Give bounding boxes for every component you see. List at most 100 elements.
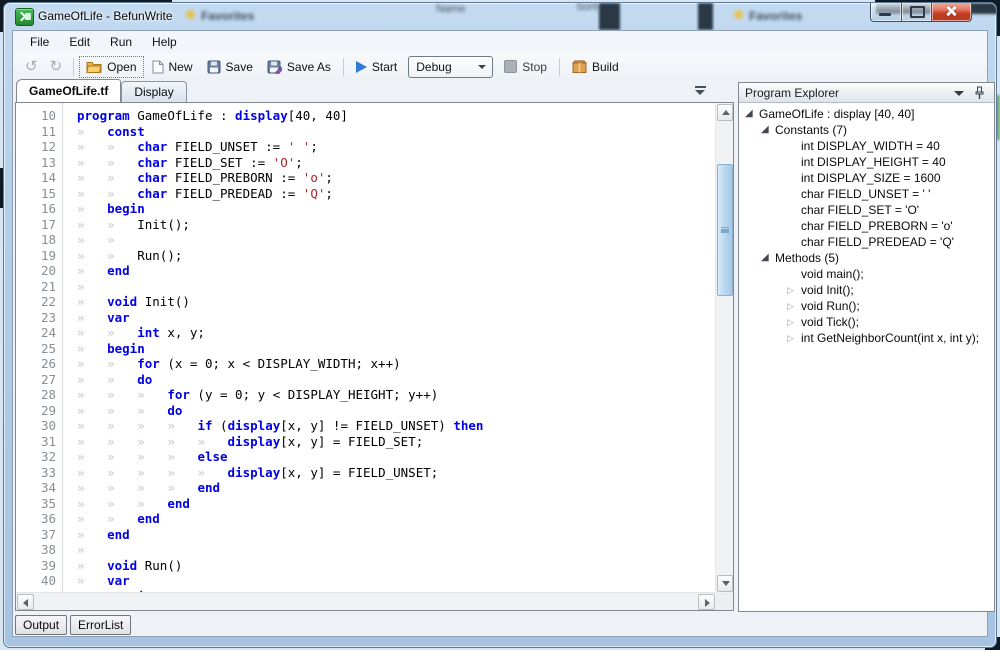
vertical-scroll-thumb[interactable] <box>717 164 733 296</box>
save-button[interactable]: Save <box>200 56 260 78</box>
collapsed-arrow-icon[interactable]: ▷ <box>787 282 801 298</box>
tab-marker-icon: » <box>137 496 167 511</box>
tree-item[interactable]: int DISPLAY_WIDTH = 40 <box>739 138 994 154</box>
menu-item-help[interactable]: Help <box>142 32 187 52</box>
tree-item-label: void Tick(); <box>801 314 859 330</box>
arrow-right-icon <box>705 599 710 607</box>
new-button[interactable]: New <box>144 56 200 78</box>
maximize-button[interactable] <box>901 3 932 22</box>
tree-item[interactable]: int DISPLAY_SIZE = 1600 <box>739 170 994 186</box>
line-number: 23 <box>16 310 64 326</box>
code-text: » » char FIELD_PREBORN := 'o'; <box>64 170 333 186</box>
line-number: 39 <box>16 558 64 574</box>
tab-marker-icon: » <box>77 356 107 371</box>
tree-item[interactable]: char FIELD_PREDEAD = 'Q' <box>739 234 994 250</box>
tab-marker-icon: » <box>107 449 137 464</box>
collapsed-arrow-icon[interactable]: ▷ <box>787 314 801 330</box>
code-text: » » do <box>64 372 152 388</box>
code-token: [40, 40] <box>288 108 348 123</box>
tree-item[interactable]: char FIELD_SET = 'O' <box>739 202 994 218</box>
tree-item[interactable]: ◢GameOfLife : display [40, 40] <box>739 106 994 122</box>
tree-item[interactable]: ◢Methods (5) <box>739 250 994 266</box>
start-button[interactable]: Start <box>349 56 404 78</box>
menu-item-edit[interactable]: Edit <box>59 32 100 52</box>
line-number: 36 <box>16 511 64 527</box>
editor-tab-gameoflife-tf[interactable]: GameOfLife.tf <box>16 79 121 102</box>
build-button[interactable]: Build <box>565 56 626 78</box>
code-token: end <box>107 263 130 278</box>
save-as-button[interactable]: Save As <box>260 56 338 78</box>
tree-item[interactable]: ▷void Tick(); <box>739 314 994 330</box>
editor-tab-display[interactable]: Display <box>121 81 186 102</box>
toolbar: ↺ ↻ Open New <box>13 53 987 80</box>
tree-item[interactable]: int DISPLAY_HEIGHT = 40 <box>739 154 994 170</box>
tab-marker-icon: » <box>197 434 227 449</box>
code-token: var <box>107 573 130 588</box>
close-button[interactable] <box>932 3 972 22</box>
bottom-tab-errorlist[interactable]: ErrorList <box>70 615 131 635</box>
run-mode-select[interactable]: Debug <box>408 56 493 78</box>
menu-item-run[interactable]: Run <box>100 32 142 52</box>
title-bar[interactable]: Favorites Name Sorti Favorites GameOfLif… <box>4 3 996 30</box>
open-button[interactable]: Open <box>79 56 143 78</box>
tab-marker-icon: » <box>107 186 137 201</box>
code-editor[interactable]: 10program GameOfLife : display[40, 40]11… <box>16 103 716 593</box>
tree-item[interactable]: ◢Constants (7) <box>739 122 994 138</box>
stop-label: Stop <box>522 60 547 74</box>
expanded-arrow-icon[interactable]: ◢ <box>761 250 775 266</box>
program-explorer-header[interactable]: Program Explorer <box>739 83 994 103</box>
expanded-arrow-icon[interactable]: ◢ <box>745 106 759 122</box>
code-text: » » » » if (display[x, y] != FIELD_UNSET… <box>64 418 483 434</box>
minimize-button[interactable] <box>870 3 901 22</box>
program-explorer-title: Program Explorer <box>739 86 839 100</box>
code-token: display <box>228 418 281 433</box>
expanded-arrow-icon[interactable]: ◢ <box>761 122 775 138</box>
stop-button[interactable]: Stop <box>497 56 554 78</box>
scrollbar-corner <box>716 593 733 610</box>
tree-item[interactable]: char FIELD_UNSET = ' ' <box>739 186 994 202</box>
code-token: end <box>167 496 190 511</box>
chevron-down-icon[interactable] <box>954 91 964 96</box>
tree-item-label: GameOfLife : display [40, 40] <box>759 106 914 122</box>
tab-marker-icon: » <box>77 465 107 480</box>
start-label: Start <box>372 60 397 74</box>
toolbar-separator <box>343 58 344 76</box>
scroll-left-button[interactable] <box>17 594 34 610</box>
tree-item-label: Methods (5) <box>775 250 839 266</box>
tree-item[interactable]: char FIELD_PREBORN = 'o' <box>739 218 994 234</box>
horizontal-scrollbar[interactable] <box>16 592 716 610</box>
line-number: 32 <box>16 449 64 465</box>
tree-item[interactable]: ▷void Init(); <box>739 282 994 298</box>
bottom-tab-output[interactable]: Output <box>15 615 67 635</box>
scroll-down-button[interactable] <box>717 575 733 592</box>
code-token: [x, y] = FIELD_UNSET; <box>280 465 438 480</box>
menu-item-file[interactable]: File <box>20 32 59 52</box>
undo-icon[interactable]: ↺ <box>19 58 44 76</box>
program-explorer-tree: ◢GameOfLife : display [40, 40]◢Constants… <box>739 103 994 346</box>
code-text: » » <box>64 232 137 248</box>
pin-icon[interactable] <box>974 86 985 105</box>
tab-marker-icon: » <box>77 294 107 309</box>
tree-item[interactable]: void main(); <box>739 266 994 282</box>
collapsed-arrow-icon[interactable]: ▷ <box>787 330 801 346</box>
collapsed-arrow-icon[interactable]: ▷ <box>787 298 801 314</box>
line-number: 12 <box>16 139 64 155</box>
tab-list-dropdown-icon[interactable] <box>695 86 708 97</box>
new-file-icon <box>151 60 164 74</box>
vertical-scrollbar[interactable] <box>715 103 733 593</box>
code-line: 15» » char FIELD_PREDEAD := 'Q'; <box>16 186 716 202</box>
code-line: 18» » <box>16 232 716 248</box>
tree-item[interactable]: ▷void Run(); <box>739 298 994 314</box>
code-line: 32» » » » else <box>16 449 716 465</box>
tab-marker-icon: » <box>107 139 137 154</box>
tab-marker-icon: » <box>167 449 197 464</box>
code-text: program GameOfLife : display[40, 40] <box>64 108 348 124</box>
code-token: ; <box>310 139 318 154</box>
scroll-up-button[interactable] <box>717 104 733 121</box>
scroll-right-button[interactable] <box>698 594 715 610</box>
code-token: void <box>107 294 137 309</box>
tree-item[interactable]: ▷int GetNeighborCount(int x, int y); <box>739 330 994 346</box>
redo-icon[interactable]: ↻ <box>44 58 69 76</box>
background-ghost-text: Favorites <box>749 9 802 23</box>
code-token: Run(); <box>137 248 182 263</box>
